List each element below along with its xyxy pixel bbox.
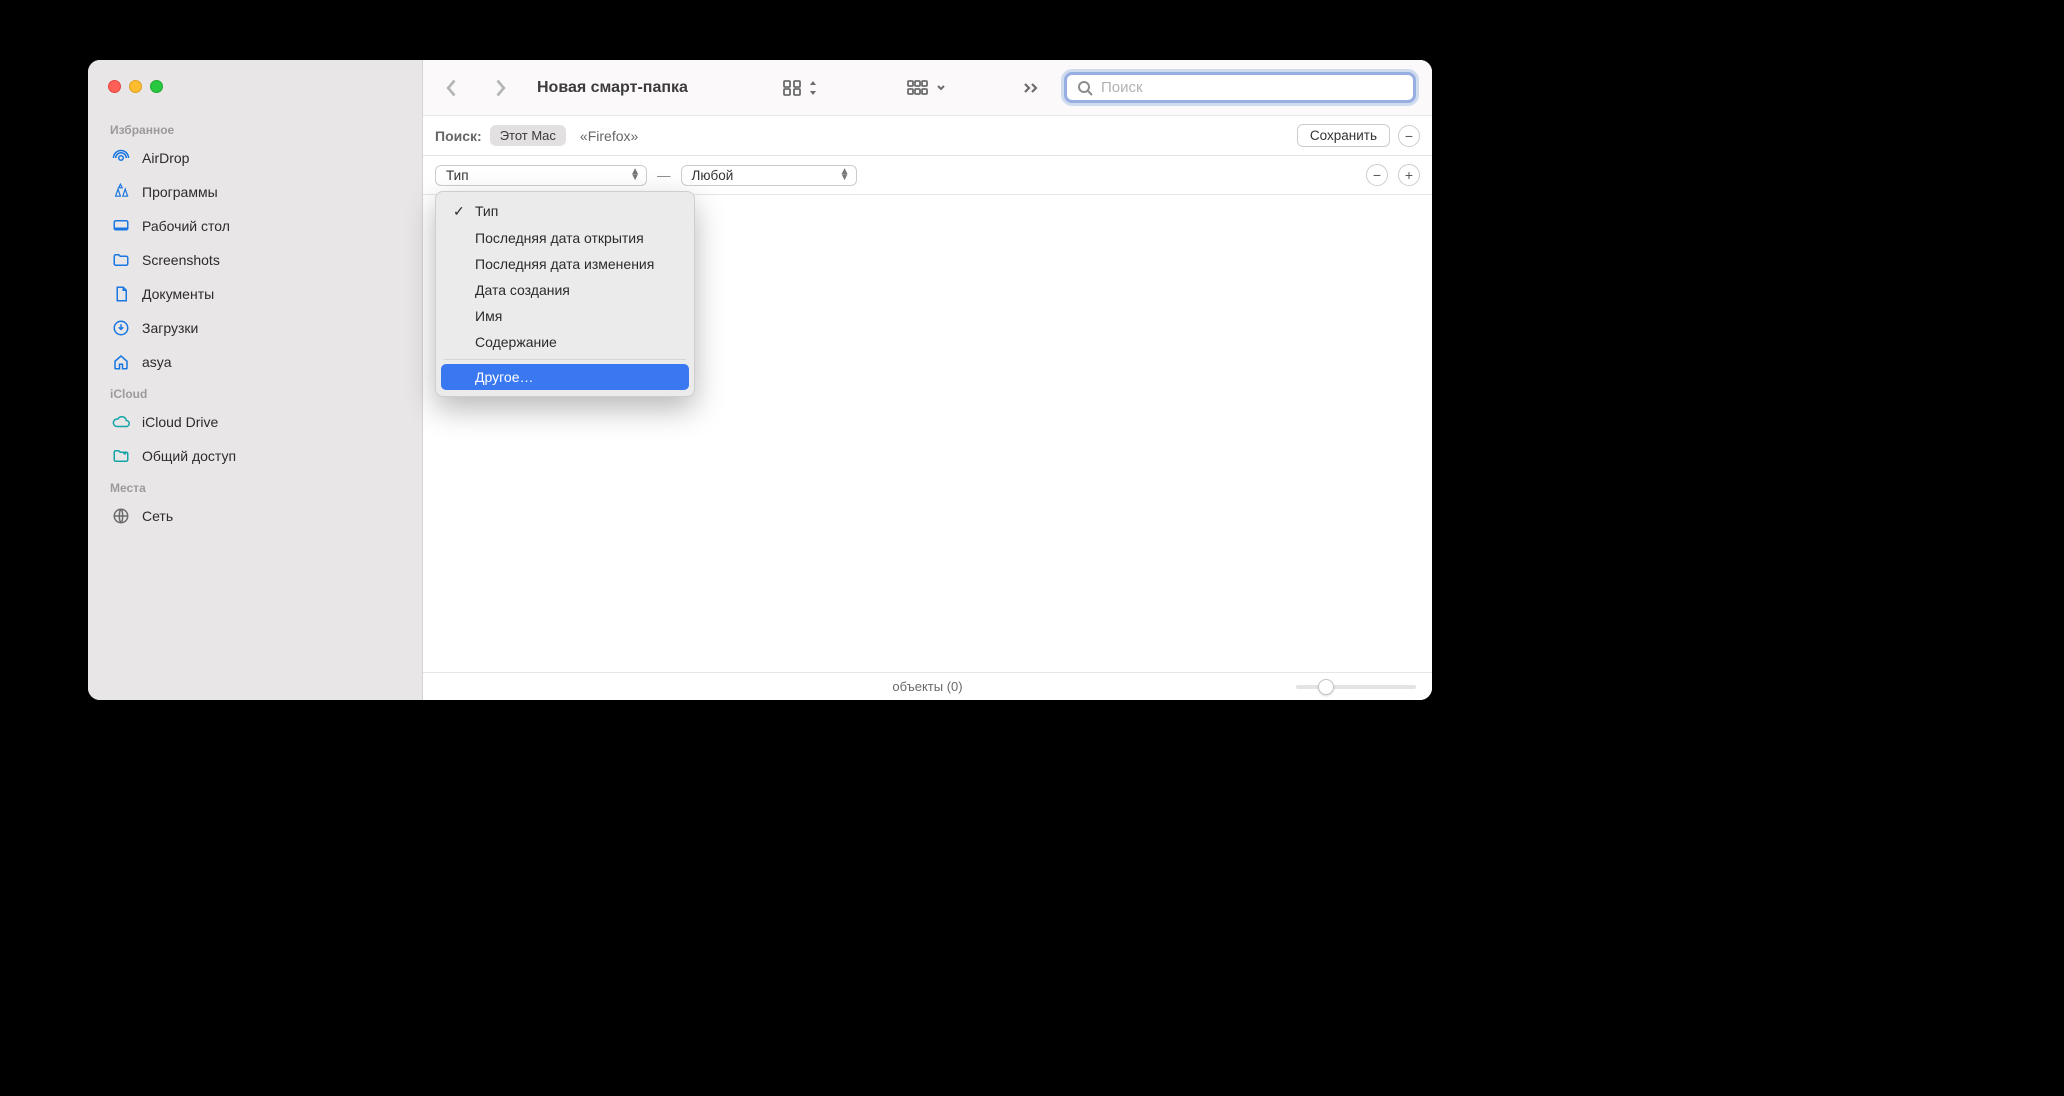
- forward-button[interactable]: [485, 74, 515, 102]
- menu-item-last-opened[interactable]: Последняя дата открытия: [441, 225, 689, 251]
- window-title: Новая смарт-папка: [537, 79, 688, 97]
- downloads-icon: [110, 319, 132, 337]
- zoom-window-button[interactable]: [150, 80, 163, 93]
- sidebar-item-label: AirDrop: [142, 150, 189, 166]
- sidebar-item-label: Загрузки: [142, 320, 198, 336]
- scope-current-folder[interactable]: «Firefox»: [574, 125, 644, 147]
- toolbar-overflow-button[interactable]: [1016, 77, 1046, 99]
- menu-item-last-modified[interactable]: Последняя дата изменения: [441, 251, 689, 277]
- checkmark-icon: ✓: [453, 203, 467, 220]
- menu-item-name[interactable]: Имя: [441, 303, 689, 329]
- folder-icon: [110, 251, 132, 269]
- search-field[interactable]: [1064, 72, 1416, 103]
- search-input[interactable]: [1101, 79, 1403, 96]
- group-by-button[interactable]: [900, 75, 952, 101]
- criteria-attribute-label: Тип: [446, 168, 469, 183]
- view-as-icons-button[interactable]: [776, 75, 824, 101]
- criteria-row: Тип ▲▼ ✓Тип Последняя дата открытия Посл…: [423, 156, 1432, 195]
- sidebar-item-icloud-drive[interactable]: iCloud Drive: [96, 405, 414, 439]
- updown-chevron-icon: ▲▼: [840, 169, 850, 181]
- sidebar-item-desktop[interactable]: Рабочий стол: [96, 209, 414, 243]
- airdrop-icon: [110, 149, 132, 167]
- scope-this-mac[interactable]: Этот Mac: [490, 125, 566, 146]
- add-criteria-row-button[interactable]: +: [1398, 164, 1420, 186]
- network-icon: [110, 507, 132, 525]
- document-icon: [110, 285, 132, 303]
- grid-icon: [782, 79, 802, 97]
- search-icon: [1077, 80, 1093, 96]
- window-controls: [88, 80, 422, 93]
- sidebar-item-label: Рабочий стол: [142, 218, 230, 234]
- close-window-button[interactable]: [108, 80, 121, 93]
- menu-item-contents[interactable]: Содержание: [441, 329, 689, 355]
- sidebar-item-home[interactable]: asya: [96, 345, 414, 379]
- chevron-down-icon: [936, 84, 946, 92]
- sidebar-item-label: asya: [142, 354, 172, 370]
- sidebar-item-label: Сеть: [142, 508, 173, 524]
- remove-criteria-button[interactable]: −: [1398, 125, 1420, 147]
- sidebar-item-documents[interactable]: Документы: [96, 277, 414, 311]
- sidebar-item-airdrop[interactable]: AirDrop: [96, 141, 414, 175]
- menu-item-type[interactable]: ✓Тип: [441, 198, 689, 225]
- criteria-value-label: Любой: [692, 168, 734, 183]
- sidebar-item-label: iCloud Drive: [142, 414, 218, 430]
- criteria-attribute-menu: ✓Тип Последняя дата открытия Последняя д…: [435, 191, 695, 397]
- cloud-icon: [110, 413, 132, 431]
- group-icon: [906, 79, 930, 97]
- main-area: Новая смарт-папка Поиск: Этот Mac «Fi: [423, 60, 1432, 700]
- status-text: объекты (0): [892, 679, 962, 694]
- sidebar-item-label: Screenshots: [142, 252, 220, 268]
- icon-size-slider[interactable]: [1296, 685, 1416, 689]
- criteria-separator: —: [657, 168, 671, 183]
- desktop-icon: [110, 217, 132, 235]
- shared-folder-icon: [110, 447, 132, 465]
- sidebar-item-shared[interactable]: Общий доступ: [96, 439, 414, 473]
- sidebar-item-network[interactable]: Сеть: [96, 499, 414, 533]
- slider-track: [1296, 685, 1416, 689]
- slider-thumb[interactable]: [1318, 679, 1334, 695]
- menu-item-created[interactable]: Дата создания: [441, 277, 689, 303]
- updown-chevron-icon: [808, 81, 818, 95]
- sidebar-item-label: Программы: [142, 184, 218, 200]
- sidebar-section-icloud-label: iCloud: [88, 379, 422, 405]
- updown-chevron-icon: ▲▼: [630, 169, 640, 181]
- remove-criteria-row-button[interactable]: −: [1366, 164, 1388, 186]
- sidebar-item-label: Документы: [142, 286, 214, 302]
- back-button[interactable]: [437, 74, 467, 102]
- sidebar-section-locations-label: Места: [88, 473, 422, 499]
- sidebar-item-downloads[interactable]: Загрузки: [96, 311, 414, 345]
- sidebar: Избранное AirDrop Программы Рабочий стол…: [88, 60, 423, 700]
- home-icon: [110, 353, 132, 371]
- sidebar-item-applications[interactable]: Программы: [96, 175, 414, 209]
- finder-window: Избранное AirDrop Программы Рабочий стол…: [88, 60, 1432, 700]
- sidebar-section-favorites-label: Избранное: [88, 115, 422, 141]
- applications-icon: [110, 183, 132, 201]
- chevron-double-right-icon: [1022, 81, 1040, 95]
- sidebar-item-screenshots[interactable]: Screenshots: [96, 243, 414, 277]
- minimize-window-button[interactable]: [129, 80, 142, 93]
- scope-label: Поиск:: [435, 128, 482, 144]
- criteria-attribute-select[interactable]: Тип ▲▼: [435, 165, 647, 186]
- menu-item-other[interactable]: Другое…: [441, 364, 689, 390]
- save-search-button[interactable]: Сохранить: [1297, 124, 1390, 147]
- sidebar-item-label: Общий доступ: [142, 448, 236, 464]
- status-bar: объекты (0): [423, 672, 1432, 700]
- search-scope-bar: Поиск: Этот Mac «Firefox» Сохранить −: [423, 116, 1432, 156]
- toolbar: Новая смарт-папка: [423, 60, 1432, 116]
- criteria-value-select[interactable]: Любой ▲▼: [681, 165, 857, 186]
